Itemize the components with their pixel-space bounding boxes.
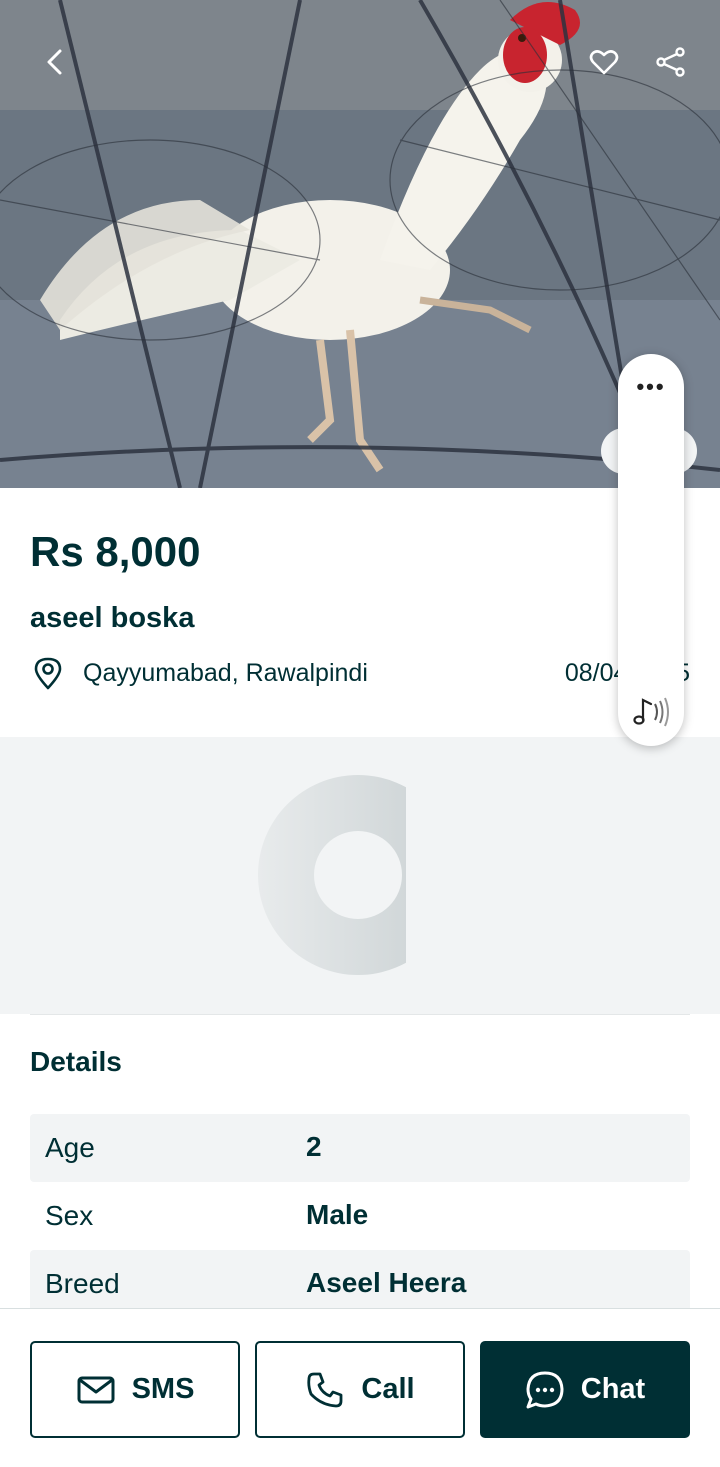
floating-assistant-panel[interactable]: ••• — [618, 354, 684, 746]
share-button[interactable] — [649, 40, 693, 84]
music-audio-icon[interactable] — [631, 692, 671, 732]
detail-key: Sex — [45, 1200, 94, 1231]
chat-label: Chat — [580, 1373, 646, 1405]
details-heading: Details — [30, 1046, 122, 1077]
listing-price: Rs 8,000 — [30, 528, 201, 575]
chat-button[interactable]: Chat — [480, 1341, 690, 1438]
detail-key: Breed — [45, 1268, 120, 1299]
mail-icon — [77, 1376, 115, 1403]
detail-value: Male — [306, 1199, 369, 1230]
call-button[interactable]: Call — [255, 1341, 465, 1438]
chat-bubble-icon — [526, 1371, 564, 1408]
listing-info: Rs 8,000 aseel boska Qayyumabad, Rawalpi… — [0, 488, 720, 737]
sms-button[interactable]: SMS — [30, 1341, 240, 1438]
detail-value: Aseel Heera — [306, 1267, 467, 1298]
map-placeholder[interactable] — [0, 737, 720, 1014]
location-row: Qayyumabad, Rawalpindi 08/04/2025 — [30, 653, 690, 693]
location-pin-icon — [34, 657, 62, 690]
back-button[interactable] — [34, 40, 78, 84]
listing-title: aseel boska — [30, 602, 195, 634]
chevron-left-icon — [47, 49, 62, 75]
detail-value: 2 — [306, 1131, 322, 1162]
section-divider — [30, 1014, 690, 1015]
call-label: Call — [361, 1373, 415, 1405]
loading-spinner-icon — [258, 775, 406, 975]
details-table: Age 2 Sex Male Breed Aseel Heera — [30, 1114, 690, 1318]
contact-action-bar: SMS Call Chat — [0, 1308, 720, 1467]
details-row: Sex Male — [30, 1182, 690, 1250]
listing-photo[interactable] — [0, 0, 720, 488]
favorite-button[interactable] — [582, 40, 626, 84]
location-text: Qayyumabad, Rawalpindi — [83, 659, 368, 687]
detail-key: Age — [45, 1132, 95, 1163]
more-options-button[interactable]: ••• — [618, 374, 684, 400]
sms-label: SMS — [131, 1373, 195, 1405]
phone-icon — [307, 1372, 343, 1407]
details-row: Age 2 — [30, 1114, 690, 1182]
share-icon — [656, 47, 685, 77]
heart-icon — [589, 50, 619, 75]
